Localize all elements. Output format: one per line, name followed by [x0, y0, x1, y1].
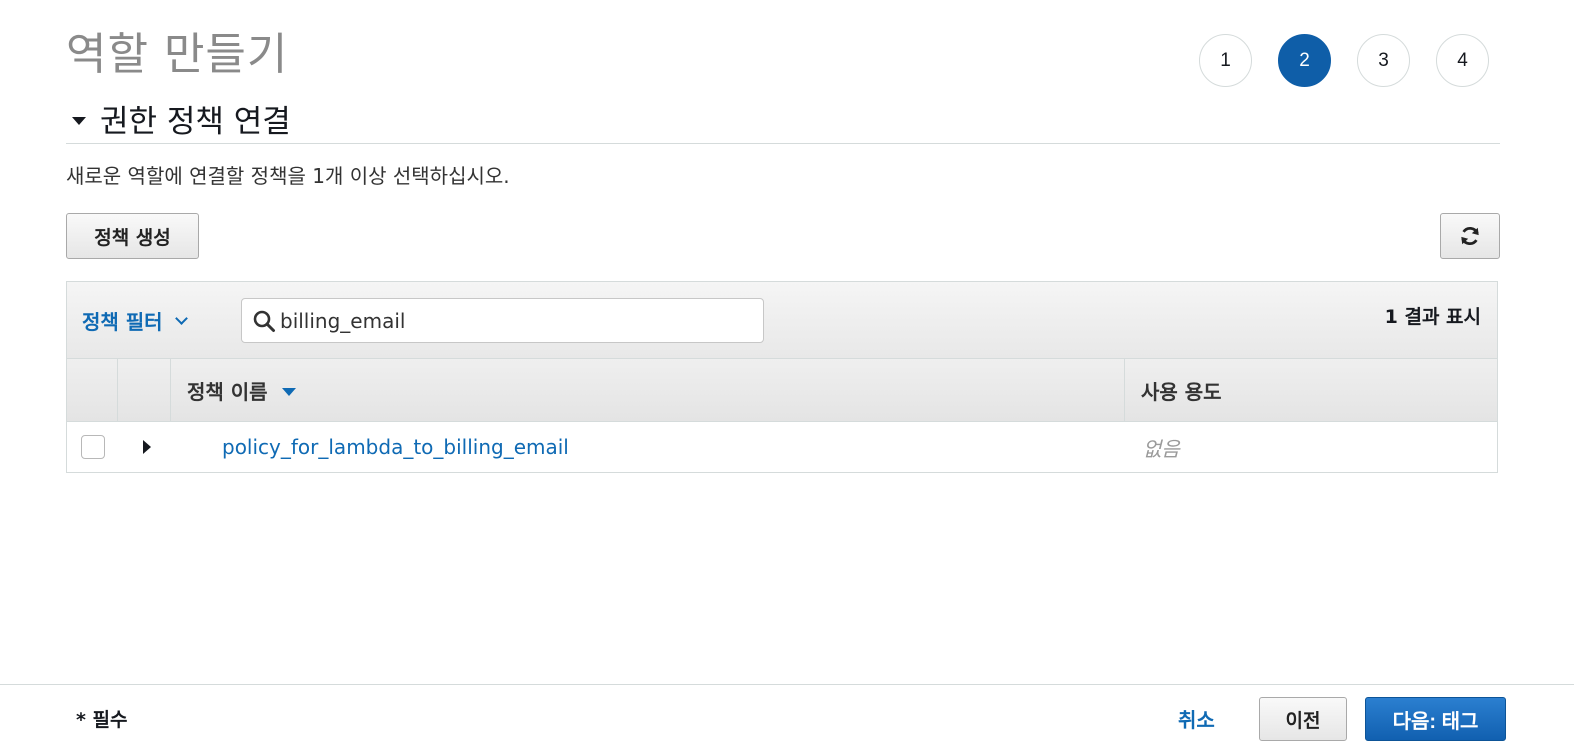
policy-usage: 없음: [1143, 436, 1180, 461]
column-header-label: 사용 용도: [1141, 379, 1222, 404]
footer: * 필수 취소 이전 다음: 태그: [0, 684, 1574, 742]
caret-down-icon: [72, 116, 86, 125]
step-4[interactable]: 4: [1436, 34, 1489, 87]
result-count: 1 결과 표시: [1384, 306, 1481, 328]
next-tags-button[interactable]: 다음: 태그: [1365, 697, 1506, 741]
header-expand-cell: [118, 359, 171, 421]
section-description: 새로운 역할에 연결할 정책을 1개 이상 선택하십시오.: [66, 164, 510, 188]
policy-name-link[interactable]: policy_for_lambda_to_billing_email: [171, 435, 1125, 459]
column-header-usage[interactable]: 사용 용도: [1125, 359, 1497, 421]
row-select-cell: [67, 435, 118, 459]
cancel-link[interactable]: 취소: [1178, 704, 1215, 733]
column-header-policy-name[interactable]: 정책 이름: [171, 359, 1125, 421]
refresh-button[interactable]: [1440, 213, 1500, 259]
table-row: policy_for_lambda_to_billing_email 없음: [67, 422, 1497, 473]
refresh-icon: [1461, 227, 1479, 245]
policy-table: 정책 필터 1 결과 표시 정책 이름 사용 용도: [66, 281, 1498, 473]
section-header[interactable]: 권한 정책 연결: [66, 94, 1500, 144]
section-title: 권한 정책 연결: [100, 104, 291, 140]
step-1[interactable]: 1: [1199, 34, 1252, 87]
policy-filter-dropdown[interactable]: 정책 필터: [82, 306, 188, 335]
column-header-label: 정책 이름: [187, 379, 268, 404]
sort-down-icon[interactable]: [281, 388, 296, 396]
step-2[interactable]: 2: [1278, 34, 1331, 87]
filter-bar: 정책 필터 1 결과 표시: [67, 282, 1497, 359]
create-role-page: 역할 만들기 1 2 3 4 권한 정책 연결 새로운 역할에 연결할 정책을 …: [0, 0, 1574, 742]
required-note: * 필수: [76, 709, 128, 731]
header-select-cell: [67, 359, 118, 421]
create-policy-button[interactable]: 정책 생성: [66, 213, 199, 259]
search-icon: [253, 310, 275, 332]
policy-filter-label: 정책 필터: [82, 310, 163, 334]
chevron-down-icon: [174, 312, 188, 325]
search-input[interactable]: [280, 308, 750, 333]
page-title: 역할 만들기: [66, 29, 289, 80]
row-checkbox[interactable]: [80, 435, 105, 459]
step-3[interactable]: 3: [1357, 34, 1410, 87]
previous-button[interactable]: 이전: [1259, 697, 1347, 741]
caret-right-icon[interactable]: [142, 440, 151, 454]
row-expand-cell[interactable]: [118, 440, 171, 454]
search-box[interactable]: [241, 298, 764, 343]
table-header: 정책 이름 사용 용도: [67, 359, 1497, 422]
wizard-steps: 1 2 3 4: [1199, 34, 1489, 87]
